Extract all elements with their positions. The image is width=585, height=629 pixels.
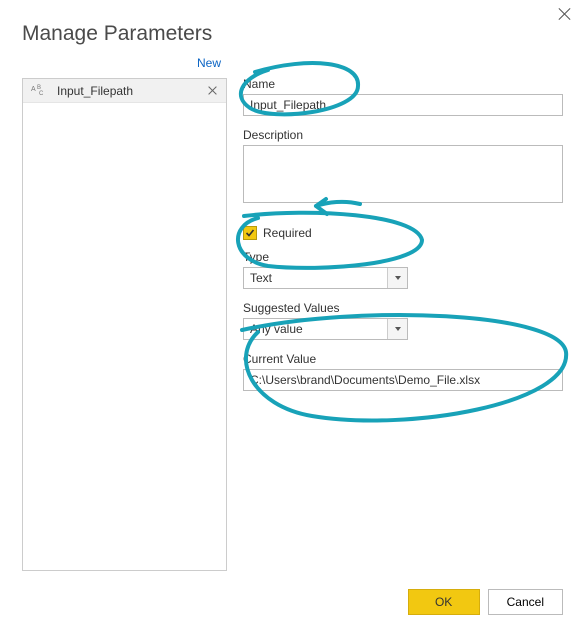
parameter-list: A B C Input_Filepath bbox=[22, 78, 227, 571]
required-label: Required bbox=[263, 226, 312, 240]
required-checkbox[interactable] bbox=[243, 226, 257, 240]
parameter-list-column: New A B C Input_Filepath bbox=[22, 56, 227, 571]
svg-text:A: A bbox=[31, 86, 36, 93]
parameter-list-item[interactable]: A B C Input_Filepath bbox=[23, 79, 226, 103]
name-label: Name bbox=[243, 77, 563, 91]
new-parameter-link[interactable]: New bbox=[197, 56, 221, 70]
suggested-values-select[interactable]: Any value bbox=[243, 318, 408, 340]
parameter-item-label: Input_Filepath bbox=[57, 84, 206, 98]
svg-text:C: C bbox=[39, 91, 44, 97]
type-label: Type bbox=[243, 250, 563, 264]
name-input[interactable] bbox=[243, 94, 563, 116]
description-input[interactable] bbox=[243, 145, 563, 203]
dialog-title: Manage Parameters bbox=[0, 0, 585, 46]
ok-button[interactable]: OK bbox=[408, 589, 480, 615]
description-label: Description bbox=[243, 128, 563, 142]
delete-parameter-icon[interactable] bbox=[206, 84, 220, 98]
current-value-input[interactable] bbox=[243, 369, 563, 391]
abc-parameter-icon: A B C bbox=[31, 83, 51, 99]
current-value-label: Current Value bbox=[243, 352, 563, 366]
parameter-form: Name Description Required Type Text bbox=[227, 56, 563, 403]
suggested-values-label: Suggested Values bbox=[243, 301, 563, 315]
dialog-footer: OK Cancel bbox=[408, 589, 563, 615]
cancel-button[interactable]: Cancel bbox=[488, 589, 563, 615]
manage-parameters-dialog: Manage Parameters New A B C Input_Filepa… bbox=[0, 0, 585, 629]
close-icon[interactable] bbox=[557, 6, 573, 22]
type-select[interactable]: Text bbox=[243, 267, 408, 289]
